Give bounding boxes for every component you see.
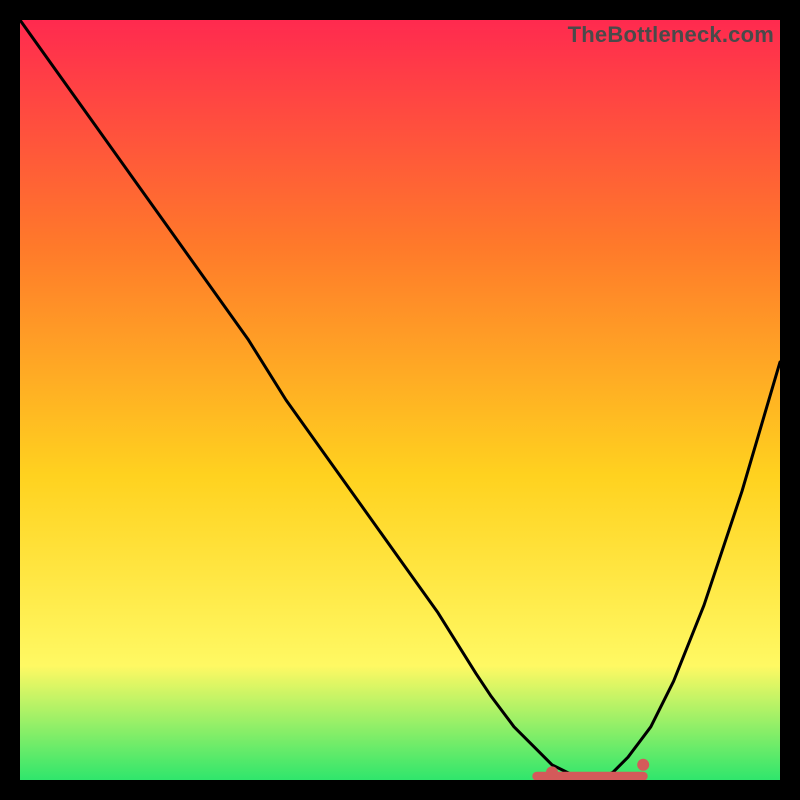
watermark-text: TheBottleneck.com [568, 22, 774, 48]
bottleneck-chart [20, 20, 780, 780]
heat-gradient-panel [20, 20, 780, 780]
marker-dot [546, 766, 558, 778]
marker-dot [637, 759, 649, 771]
chart-frame: TheBottleneck.com [20, 20, 780, 780]
